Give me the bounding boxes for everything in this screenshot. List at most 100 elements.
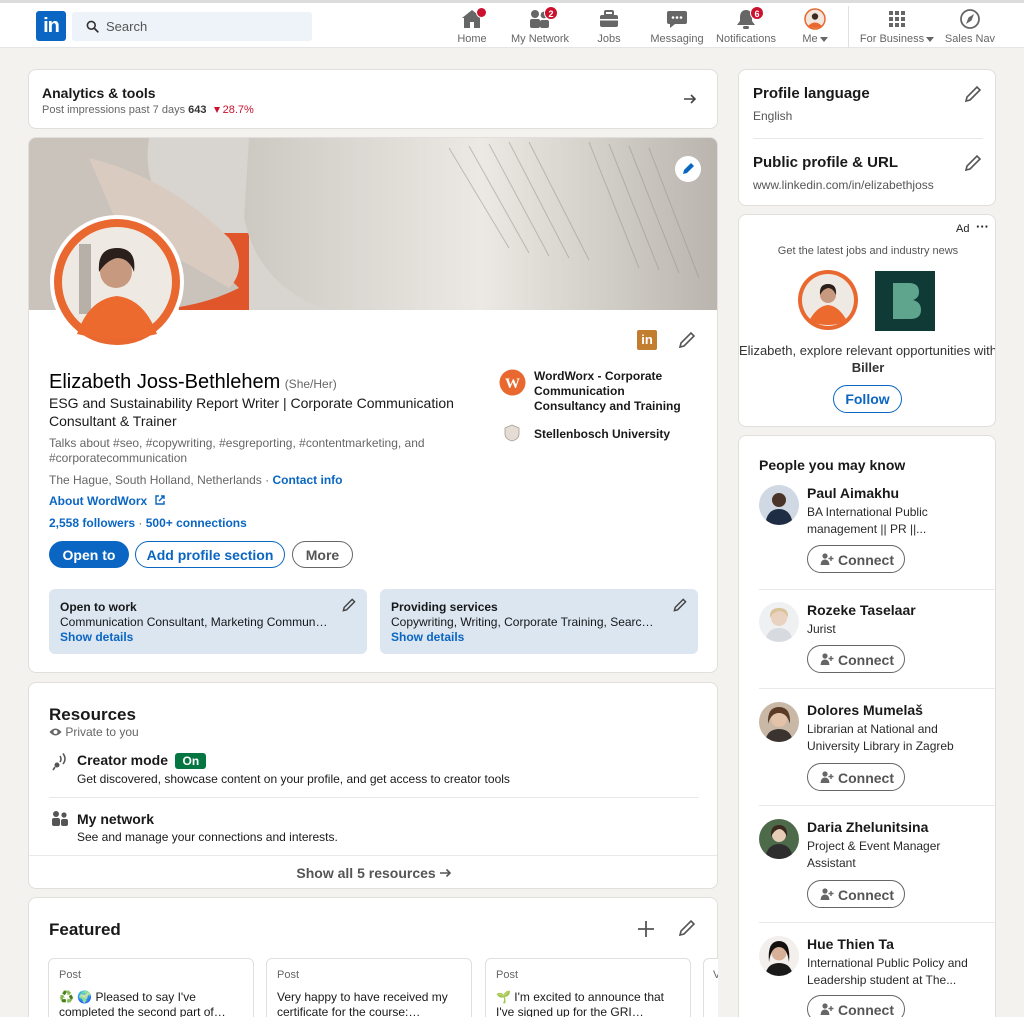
profile-name: Elizabeth Joss-Bethlehem xyxy=(49,371,281,393)
search-bar[interactable] xyxy=(72,12,312,41)
edit-url-icon[interactable] xyxy=(963,153,983,173)
open-to-work-box[interactable]: Open to work Communication Consultant, M… xyxy=(49,589,367,654)
divider xyxy=(759,688,995,689)
ad-more-icon[interactable]: ··· xyxy=(976,219,989,234)
open-to-button[interactable]: Open to xyxy=(49,541,129,568)
connect-button[interactable]: Connect xyxy=(807,545,905,573)
divider xyxy=(49,797,699,798)
connect-label: Connect xyxy=(838,652,894,668)
open-to-work-show-details[interactable]: Show details xyxy=(60,630,133,644)
nav-sales-nav-label: Sales Nav xyxy=(944,33,996,45)
edit-intro-icon[interactable] xyxy=(677,330,697,350)
message-icon xyxy=(667,11,687,28)
about-wordworx-link[interactable]: About WordWorx xyxy=(49,494,166,508)
compass-icon xyxy=(960,9,980,29)
ad-card: Ad ··· Get the latest jobs and industry … xyxy=(738,214,996,427)
edit-cover-icon[interactable] xyxy=(674,155,702,183)
people-you-may-know-card: People you may know Paul Aimakhu BA Inte… xyxy=(738,435,996,1017)
me-avatar xyxy=(804,8,826,30)
nav-jobs[interactable]: Jobs xyxy=(590,8,628,48)
nav-me[interactable]: Me xyxy=(798,8,832,48)
caret-down-icon xyxy=(819,36,828,42)
external-link-icon xyxy=(154,495,165,505)
nav-for-business[interactable]: For Business xyxy=(858,8,936,48)
arrow-right-icon[interactable] xyxy=(683,92,697,106)
profile-photo[interactable] xyxy=(49,214,185,350)
nav-messaging[interactable]: Messaging xyxy=(648,8,706,48)
connect-button[interactable]: Connect xyxy=(807,880,905,908)
add-profile-section-button[interactable]: Add profile section xyxy=(135,541,285,568)
global-nav: in Home 2 My Network Jobs Messaging 6 No… xyxy=(0,3,1024,48)
edit-open-to-work-icon[interactable] xyxy=(341,597,357,613)
featured-title: Featured xyxy=(49,920,121,939)
featured-post-kind: Post xyxy=(496,969,519,981)
connect-button[interactable]: Connect xyxy=(807,645,905,673)
featured-post-card[interactable]: Post 🌱 I'm excited to announce that I've… xyxy=(485,958,691,1017)
pymk-person[interactable]: Dolores Mumelaš Librarian at National an… xyxy=(759,702,995,792)
pymk-person[interactable]: Paul Aimakhu BA International Public man… xyxy=(759,485,995,575)
public-profile-url-title: Public profile & URL xyxy=(753,154,899,171)
linkedin-logo[interactable]: in xyxy=(36,11,66,41)
home-badge xyxy=(476,7,487,18)
ad-label: Ad xyxy=(956,223,970,235)
person-name: Dolores Mumelaš xyxy=(807,702,923,718)
person-title: BA International Public management || PR… xyxy=(807,505,928,536)
add-icon[interactable] xyxy=(637,920,655,938)
divider xyxy=(759,805,995,806)
pymk-person[interactable]: Rozeke Taselaar Jurist Connect xyxy=(759,602,995,673)
search-icon xyxy=(86,20,99,33)
follow-button[interactable]: Follow xyxy=(833,385,902,413)
my-network-title[interactable]: My network xyxy=(77,811,154,827)
creator-mode-item[interactable]: Creator mode On xyxy=(77,752,207,770)
arrow-right-icon xyxy=(439,868,451,878)
show-all-resources-label: Show all 5 resources xyxy=(296,865,436,881)
pymk-person[interactable]: Daria Zhelunitsina Project & Event Manag… xyxy=(759,819,995,909)
nav-my-network[interactable]: 2 My Network xyxy=(508,6,572,48)
featured-post-card[interactable]: Post Very happy to have received my cert… xyxy=(266,958,472,1017)
my-network-icon xyxy=(52,811,68,826)
profile-settings-card: Profile language English Public profile … xyxy=(738,69,996,206)
connections-link[interactable]: 500+ connections xyxy=(146,516,247,530)
followers-link[interactable]: 2,558 followers xyxy=(49,516,135,530)
services-show-details[interactable]: Show details xyxy=(391,630,464,644)
creator-mode-title: Creator mode xyxy=(77,752,169,768)
edit-featured-icon[interactable] xyxy=(677,918,697,938)
services-title: Providing services xyxy=(391,600,498,614)
pymk-title: People you may know xyxy=(759,457,906,473)
university-crest-icon xyxy=(504,424,520,442)
current-company[interactable]: WordWorx - Corporate Communication Consu… xyxy=(534,369,694,414)
person-title: Project & Event Manager Assistant xyxy=(807,839,941,870)
contact-info-link[interactable]: Contact info xyxy=(272,473,342,487)
person-avatar xyxy=(759,936,799,976)
nav-divider xyxy=(848,6,849,48)
public-profile-url-value: www.linkedin.com/in/elizabethjoss xyxy=(753,178,934,192)
featured-post-card[interactable]: Post ♻️ 🌍 Pleased to say I've completed … xyxy=(48,958,254,1017)
featured-post-kind: V xyxy=(713,969,718,981)
analytics-card[interactable]: Analytics & tools Post impressions past … xyxy=(28,69,718,129)
education-school[interactable]: Stellenbosch University xyxy=(534,427,670,441)
add-person-icon xyxy=(820,1003,834,1015)
featured-post-text: ♻️ 🌍 Pleased to say I've completed the s… xyxy=(59,990,226,1017)
pymk-person[interactable]: Hue Thien Ta International Public Policy… xyxy=(759,936,995,1017)
providing-services-box[interactable]: Providing services Copywriting, Writing,… xyxy=(380,589,698,654)
connect-button[interactable]: Connect xyxy=(807,763,905,791)
featured-post-card[interactable]: V xyxy=(703,958,718,1017)
analytics-count: 643 xyxy=(188,104,207,116)
nav-home[interactable]: Home xyxy=(452,7,492,48)
profile-language-value: English xyxy=(753,109,793,123)
nav-notifications[interactable]: 6 Notifications xyxy=(714,6,778,48)
person-avatar xyxy=(759,602,799,642)
more-button[interactable]: More xyxy=(292,541,353,568)
nav-sales-nav[interactable]: Sales Nav xyxy=(944,8,996,48)
notifications-badge: 6 xyxy=(750,6,764,20)
edit-language-icon[interactable] xyxy=(963,84,983,104)
connect-label: Connect xyxy=(838,770,894,786)
show-all-resources-link[interactable]: Show all 5 resources xyxy=(29,865,717,881)
biller-logo[interactable] xyxy=(875,271,935,331)
edit-services-icon[interactable] xyxy=(672,597,688,613)
divider xyxy=(29,855,717,856)
connect-button[interactable]: Connect xyxy=(807,995,905,1017)
nav-for-business-label: For Business xyxy=(859,33,925,45)
featured-post-text: 🌱 I'm excited to announce that I've sign… xyxy=(496,990,664,1017)
search-input[interactable] xyxy=(106,12,306,41)
